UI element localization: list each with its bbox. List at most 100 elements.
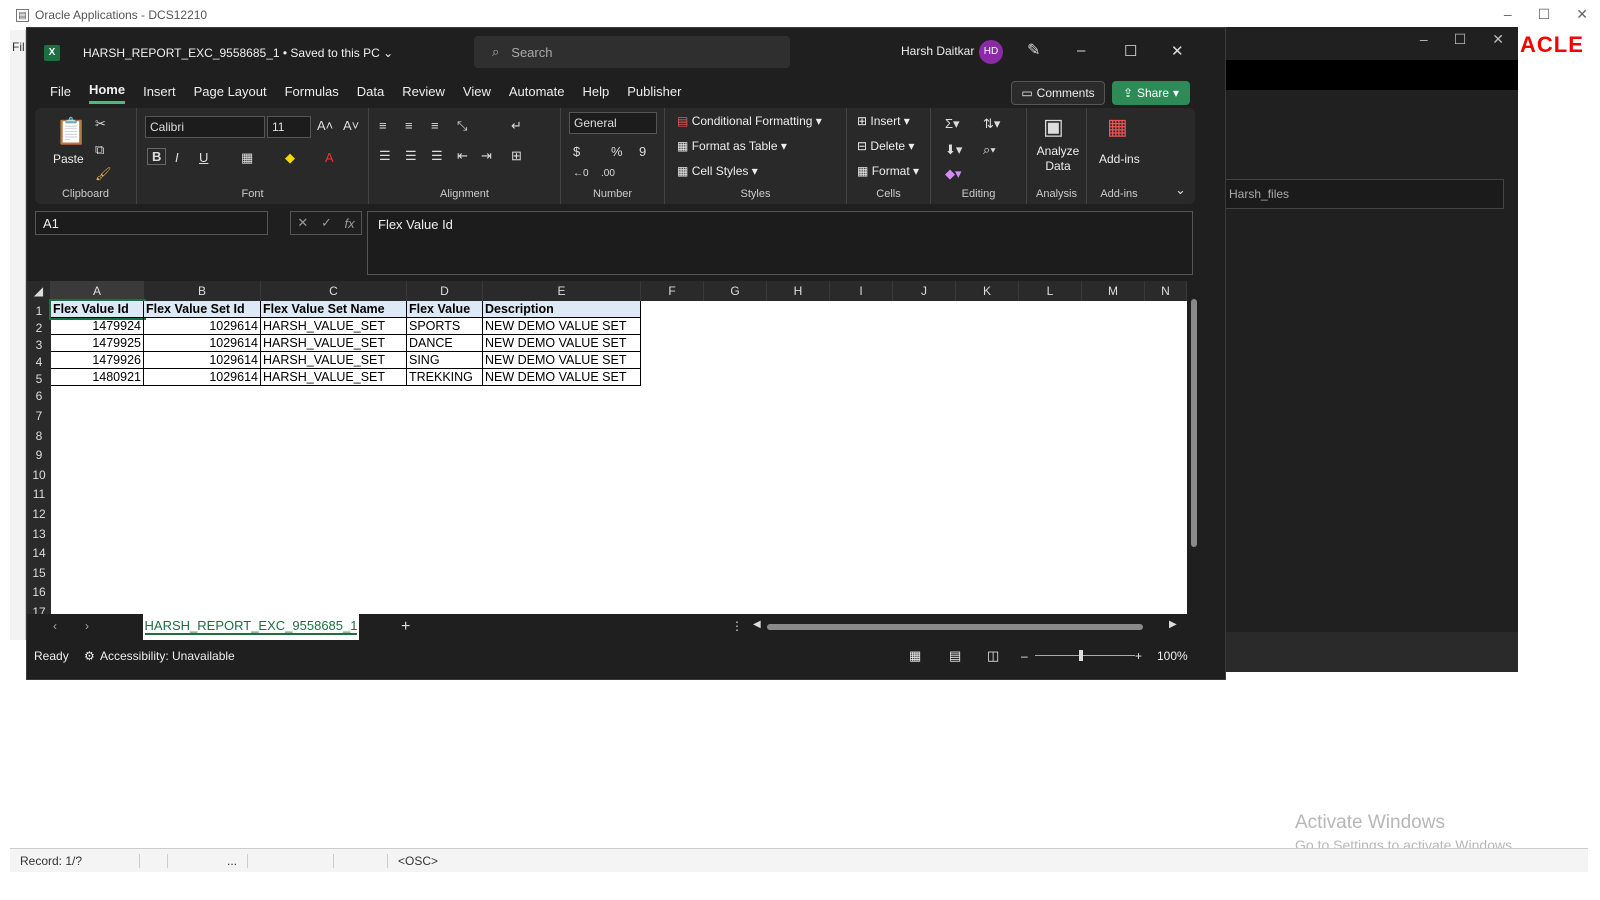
close-icon[interactable]: ✕ bbox=[1492, 31, 1504, 53]
column-header[interactable]: M bbox=[1082, 281, 1145, 301]
cell-styles-button[interactable]: ▦ Cell Styles ▾ bbox=[677, 164, 758, 178]
decrease-font-icon[interactable]: A˅ bbox=[343, 118, 359, 133]
function-icon[interactable]: fx bbox=[345, 216, 355, 231]
user-name[interactable]: Harsh Daitkar bbox=[901, 44, 974, 58]
table-cell[interactable]: NEW DEMO VALUE SET bbox=[483, 352, 641, 369]
column-header[interactable]: L bbox=[1019, 281, 1082, 301]
share-button[interactable]: ⇪ Share ▾ bbox=[1112, 81, 1190, 105]
page-layout-view-icon[interactable]: ▤ bbox=[949, 648, 961, 664]
column-header[interactable]: E bbox=[483, 281, 641, 301]
table-header-cell[interactable]: Flex Value Set Name bbox=[261, 301, 407, 318]
menu-page-layout[interactable]: Page Layout bbox=[194, 84, 267, 103]
comma-icon[interactable]: 9 bbox=[639, 144, 646, 159]
addins-icon[interactable]: ▦ bbox=[1107, 114, 1128, 140]
select-all-corner[interactable]: ◢ bbox=[27, 281, 51, 301]
background-search-input[interactable]: ch Harsh_files bbox=[1204, 179, 1504, 209]
column-header[interactable]: D bbox=[407, 281, 483, 301]
analyze-data-button[interactable]: Analyze Data bbox=[1035, 144, 1081, 174]
cut-icon[interactable]: ✂ bbox=[95, 116, 106, 132]
zoom-level[interactable]: 100% bbox=[1157, 649, 1188, 663]
maximize-icon[interactable]: ☐ bbox=[1538, 6, 1551, 23]
table-cell[interactable]: 1029614 bbox=[144, 352, 261, 369]
menu-formulas[interactable]: Formulas bbox=[285, 84, 339, 103]
wrap-text-icon[interactable]: ↵ bbox=[511, 118, 522, 134]
maximize-icon[interactable]: ☐ bbox=[1124, 42, 1137, 60]
table-cell[interactable]: DANCE bbox=[407, 335, 483, 352]
align-bottom-icon[interactable]: ≡ bbox=[431, 118, 439, 133]
column-header[interactable]: H bbox=[767, 281, 830, 301]
comments-button[interactable]: ▭ Comments bbox=[1011, 81, 1105, 105]
addins-button[interactable]: Add-ins bbox=[1099, 152, 1140, 166]
row-header[interactable]: 13 bbox=[27, 524, 51, 544]
borders-icon[interactable]: ▦ bbox=[241, 150, 253, 166]
table-header-cell[interactable]: Flex Value Id bbox=[49, 299, 146, 320]
table-header-cell[interactable]: Flex Value bbox=[407, 301, 483, 318]
table-cell[interactable]: NEW DEMO VALUE SET bbox=[483, 318, 641, 335]
scroll-thumb[interactable] bbox=[1191, 299, 1197, 547]
insert-cells-button[interactable]: ⊞ Insert ▾ bbox=[857, 114, 910, 128]
scroll-right-icon[interactable]: ▶ bbox=[1169, 619, 1177, 630]
menu-view[interactable]: View bbox=[463, 84, 491, 103]
next-sheet-icon[interactable]: › bbox=[85, 619, 89, 633]
align-middle-icon[interactable]: ≡ bbox=[405, 118, 413, 133]
merge-icon[interactable]: ⊞ bbox=[511, 148, 522, 164]
currency-icon[interactable]: $ bbox=[573, 144, 580, 159]
row-header[interactable]: 16 bbox=[27, 582, 51, 602]
document-title[interactable]: HARSH_REPORT_EXC_9558685_1 • Saved to th… bbox=[83, 46, 393, 60]
row-header[interactable]: 4 bbox=[27, 352, 51, 369]
table-cell[interactable]: HARSH_VALUE_SET bbox=[261, 369, 407, 386]
underline-icon[interactable]: U bbox=[199, 150, 208, 165]
close-icon[interactable]: ✕ bbox=[1576, 6, 1588, 23]
column-header[interactable]: A bbox=[51, 281, 144, 301]
format-painter-icon[interactable]: 🖌 bbox=[95, 166, 112, 182]
align-right-icon[interactable]: ☰ bbox=[431, 148, 443, 164]
close-icon[interactable]: ✕ bbox=[1171, 42, 1184, 60]
table-cell[interactable]: 1479925 bbox=[51, 335, 144, 352]
table-cell[interactable]: SING bbox=[407, 352, 483, 369]
percent-icon[interactable]: % bbox=[611, 144, 623, 159]
column-header[interactable]: B bbox=[144, 281, 261, 301]
paste-button[interactable]: Paste bbox=[53, 152, 84, 166]
row-header[interactable]: 2 bbox=[27, 318, 51, 335]
ribbon-collapse-icon[interactable]: ⌄ bbox=[1175, 182, 1186, 198]
table-cell[interactable]: SPORTS bbox=[407, 318, 483, 335]
number-format-select[interactable]: General bbox=[569, 112, 657, 134]
enter-icon[interactable]: ✓ bbox=[321, 215, 332, 231]
italic-icon[interactable]: I bbox=[175, 150, 179, 165]
align-top-icon[interactable]: ≡ bbox=[379, 118, 387, 133]
paste-icon[interactable]: 📋 bbox=[55, 116, 87, 147]
table-cell[interactable]: HARSH_VALUE_SET bbox=[261, 352, 407, 369]
zoom-out-icon[interactable]: – bbox=[1021, 649, 1028, 663]
orientation-icon[interactable]: ⤡ bbox=[457, 118, 467, 134]
column-header[interactable]: I bbox=[830, 281, 893, 301]
column-header[interactable]: K bbox=[956, 281, 1019, 301]
sort-filter-icon[interactable]: ⇅▾ bbox=[983, 116, 1000, 132]
normal-view-icon[interactable]: ▦ bbox=[909, 648, 921, 664]
conditional-formatting-button[interactable]: ▤ Conditional Formatting ▾ bbox=[677, 114, 822, 128]
font-name-select[interactable]: Calibri bbox=[145, 116, 265, 138]
copy-icon[interactable]: ⧉ bbox=[95, 142, 104, 158]
fill-icon[interactable]: ⬇▾ bbox=[945, 142, 962, 158]
row-header[interactable]: 10 bbox=[27, 465, 51, 485]
oracle-file-menu[interactable]: Fil bbox=[12, 40, 25, 54]
table-cell[interactable]: 1029614 bbox=[144, 369, 261, 386]
format-cells-button[interactable]: ▦ Format ▾ bbox=[857, 164, 919, 178]
table-cell[interactable]: NEW DEMO VALUE SET bbox=[483, 369, 641, 386]
add-sheet-icon[interactable]: + bbox=[401, 618, 410, 636]
row-header[interactable]: 17 bbox=[27, 602, 51, 614]
search-box[interactable]: ⌕ Search bbox=[474, 36, 790, 68]
find-select-icon[interactable]: ⌕▾ bbox=[983, 142, 996, 158]
font-size-select[interactable]: 11 bbox=[267, 116, 311, 138]
fill-color-icon[interactable]: ◆ bbox=[285, 150, 295, 166]
menu-home[interactable]: Home bbox=[88, 82, 126, 104]
scroll-left-icon[interactable]: ◀ bbox=[753, 619, 761, 630]
analyze-data-icon[interactable]: ▣ bbox=[1043, 114, 1064, 140]
row-header[interactable]: 14 bbox=[27, 543, 51, 563]
zoom-in-icon[interactable]: + bbox=[1135, 649, 1142, 663]
table-header-cell[interactable]: Description bbox=[483, 301, 641, 318]
table-cell[interactable]: 1029614 bbox=[144, 318, 261, 335]
accessibility-status[interactable]: Accessibility: Unavailable bbox=[100, 649, 235, 663]
pen-icon[interactable]: ✎ bbox=[1027, 40, 1040, 60]
table-cell[interactable]: NEW DEMO VALUE SET bbox=[483, 335, 641, 352]
table-cell[interactable]: 1029614 bbox=[144, 335, 261, 352]
